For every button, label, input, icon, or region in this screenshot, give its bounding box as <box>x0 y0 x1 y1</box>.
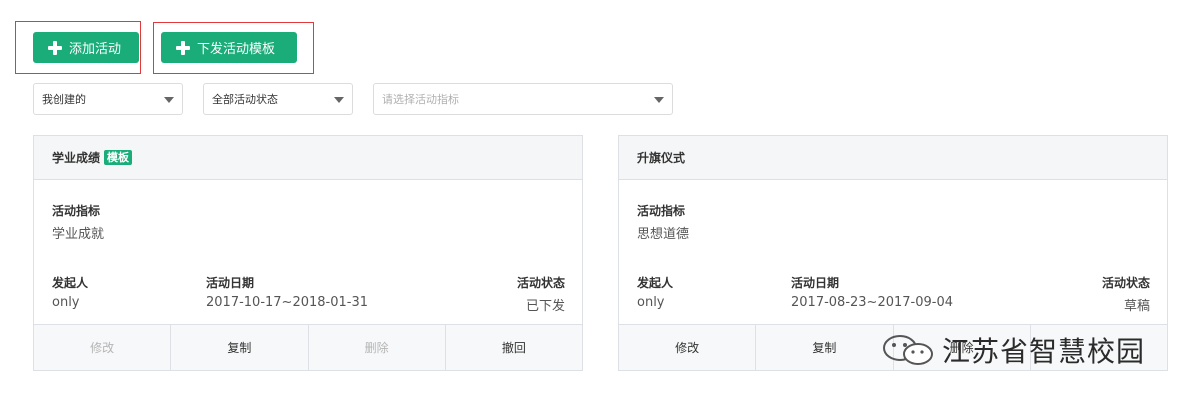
indicator-filter-placeholder: 请选择活动指标 <box>382 93 459 106</box>
card-header: 学业成绩 模板 <box>34 136 582 180</box>
chevron-down-icon <box>334 97 344 103</box>
edit-button[interactable]: 修改 <box>34 325 172 370</box>
add-activity-button[interactable]: 添加活动 <box>33 32 139 63</box>
plus-icon <box>176 40 190 55</box>
card-actions: 修改 复制 删除 撤回 <box>34 324 582 370</box>
date-label: 活动日期 <box>791 276 840 290</box>
date-value: 2017-08-23~2017-09-04 <box>791 295 953 310</box>
status-value: 已下发 <box>525 299 565 314</box>
chevron-down-icon <box>164 97 174 103</box>
status-label: 活动状态 <box>516 276 565 290</box>
initiator-value: only <box>637 295 665 310</box>
status-label: 活动状态 <box>1101 276 1150 290</box>
card-title: 学业成绩 <box>52 151 101 165</box>
copy-button[interactable]: 复制 <box>171 325 309 370</box>
indicator-value: 思想道德 <box>637 227 690 242</box>
date-label: 活动日期 <box>206 276 255 290</box>
watermark: 江苏省智慧校园 <box>880 330 1145 370</box>
delete-button[interactable]: 删除 <box>309 325 446 370</box>
watermark-text: 江苏省智慧校园 <box>942 335 1146 368</box>
issue-template-label: 下发活动模板 <box>197 42 276 57</box>
creator-filter-value: 我创建的 <box>42 93 86 106</box>
indicator-value: 学业成就 <box>52 227 105 242</box>
indicator-label: 活动指标 <box>52 204 101 218</box>
add-activity-label: 添加活动 <box>69 42 122 57</box>
issue-template-button[interactable]: 下发活动模板 <box>161 32 297 63</box>
date-value: 2017-10-17~2018-01-31 <box>206 295 368 310</box>
indicator-label: 活动指标 <box>637 204 686 218</box>
plus-icon <box>48 40 62 55</box>
card-header: 升旗仪式 <box>619 136 1167 180</box>
card-title: 升旗仪式 <box>637 151 686 165</box>
wechat-icon <box>883 335 933 365</box>
initiator-label: 发起人 <box>52 276 89 290</box>
indicator-filter-select[interactable]: 请选择活动指标 <box>373 83 673 115</box>
initiator-label: 发起人 <box>637 276 674 290</box>
template-badge: 模板 <box>104 150 133 165</box>
withdraw-button[interactable]: 撤回 <box>446 325 582 370</box>
creator-filter-select[interactable]: 我创建的 <box>33 83 183 115</box>
chevron-down-icon <box>654 97 664 103</box>
status-filter-select[interactable]: 全部活动状态 <box>203 83 353 115</box>
edit-button[interactable]: 修改 <box>619 325 757 370</box>
status-filter-value: 全部活动状态 <box>212 93 278 106</box>
status-value: 草稿 <box>1123 299 1150 314</box>
copy-button[interactable]: 复制 <box>756 325 894 370</box>
initiator-value: only <box>52 295 80 310</box>
activity-card: 学业成绩 模板 活动指标 学业成就 发起人 only 活动日期 2017-10-… <box>33 135 583 371</box>
